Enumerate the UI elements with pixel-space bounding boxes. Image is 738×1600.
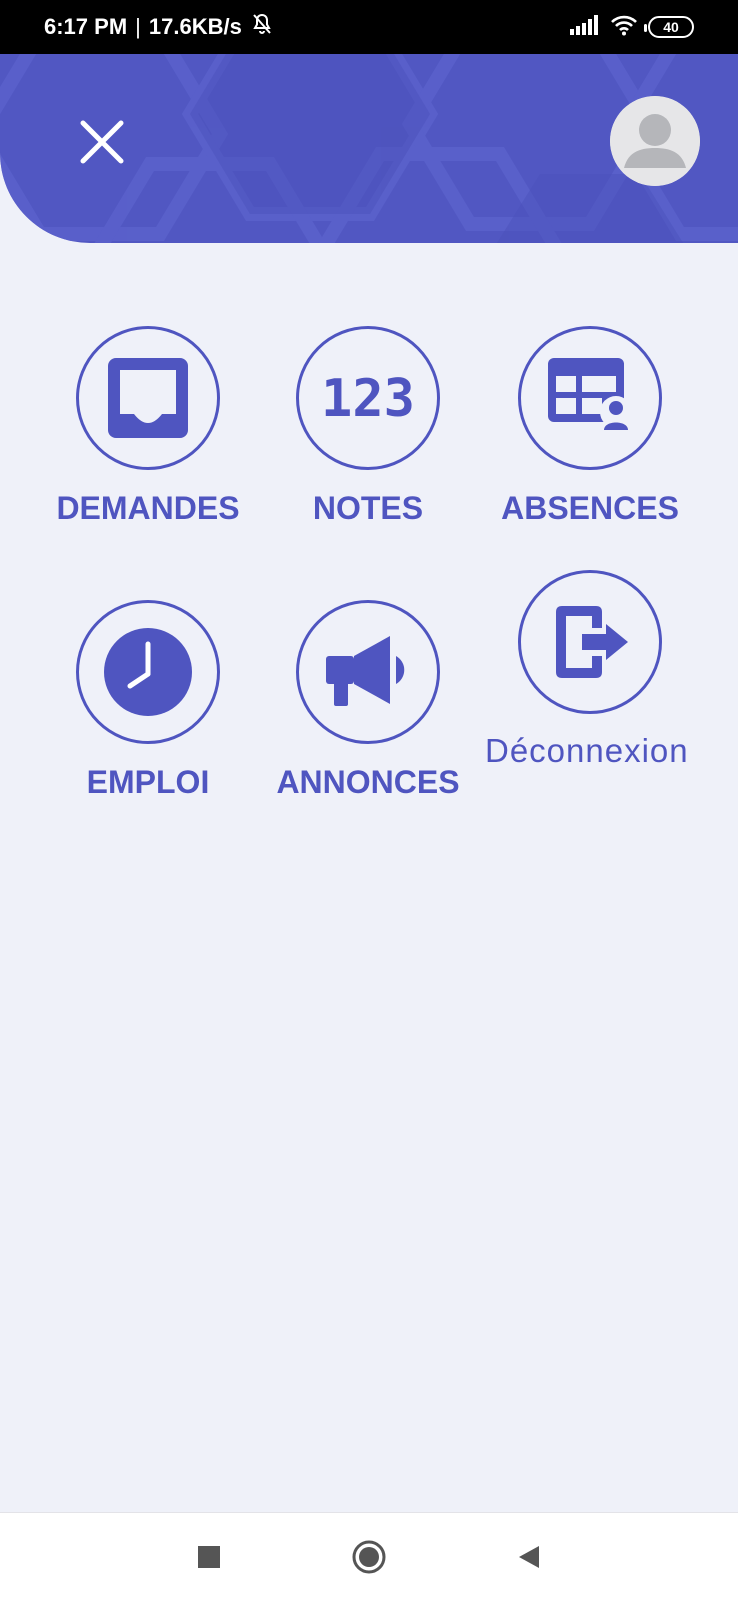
menu-label-absences: ABSENCES — [501, 490, 679, 526]
status-speed: 17.6KB/s — [148, 14, 242, 39]
menu-item-deconnexion[interactable]: Déconnexion — [480, 570, 700, 773]
menu-label-demandes: DEMANDES — [56, 490, 240, 526]
clock-icon — [104, 628, 192, 716]
user-avatar-icon — [610, 96, 700, 186]
menu-item-annonces[interactable]: ANNONCES — [258, 600, 478, 801]
menu-item-emploi[interactable]: EMPLOI — [38, 600, 258, 801]
annonces-circle — [296, 600, 440, 744]
recents-square-icon — [198, 1545, 220, 1568]
demandes-circle — [76, 326, 220, 470]
battery-level: 40 — [663, 19, 679, 35]
menu-item-notes[interactable]: 123 NOTES — [258, 326, 478, 527]
status-left: 6:17 PM | 17.6KB/s — [44, 12, 274, 42]
megaphone-icon — [326, 636, 405, 706]
logout-icon — [556, 606, 628, 678]
home-button[interactable] — [349, 1537, 389, 1577]
recents-button[interactable] — [189, 1537, 229, 1577]
menu-label-annonces: ANNONCES — [276, 764, 460, 800]
menu-label-notes: NOTES — [312, 490, 424, 526]
close-button[interactable] — [76, 116, 128, 168]
signal-icon — [570, 14, 600, 40]
menu-label-deconnexion: Déconnexion — [485, 732, 689, 769]
status-separator: | — [135, 14, 141, 39]
menu-item-demandes[interactable]: DEMANDES — [38, 326, 258, 527]
home-circle-icon — [352, 1540, 386, 1573]
user-avatar[interactable] — [610, 96, 700, 186]
absences-circle — [518, 326, 662, 470]
bell-off-icon — [250, 12, 274, 42]
emploi-circle — [76, 600, 220, 744]
system-nav-bar — [0, 1512, 738, 1600]
svg-text:123: 123 — [321, 369, 415, 428]
battery-icon: 40 — [644, 16, 694, 38]
notes-circle: 123 — [296, 326, 440, 470]
back-triangle-icon — [519, 1545, 539, 1568]
status-right: 40 — [570, 14, 694, 41]
header — [0, 54, 738, 243]
status-bar: 6:17 PM | 17.6KB/s 40 — [0, 0, 738, 54]
numbers-123-icon: 123 — [321, 369, 415, 428]
wifi-icon — [610, 14, 638, 41]
back-button[interactable] — [509, 1537, 549, 1577]
menu-item-absences[interactable]: ABSENCES — [480, 326, 700, 527]
deconnexion-circle — [518, 570, 662, 714]
menu-label-emploi: EMPLOI — [86, 764, 210, 800]
inbox-icon — [108, 358, 188, 438]
status-time: 6:17 PM — [44, 14, 128, 39]
table-user-icon — [548, 358, 632, 430]
close-icon — [80, 120, 124, 164]
